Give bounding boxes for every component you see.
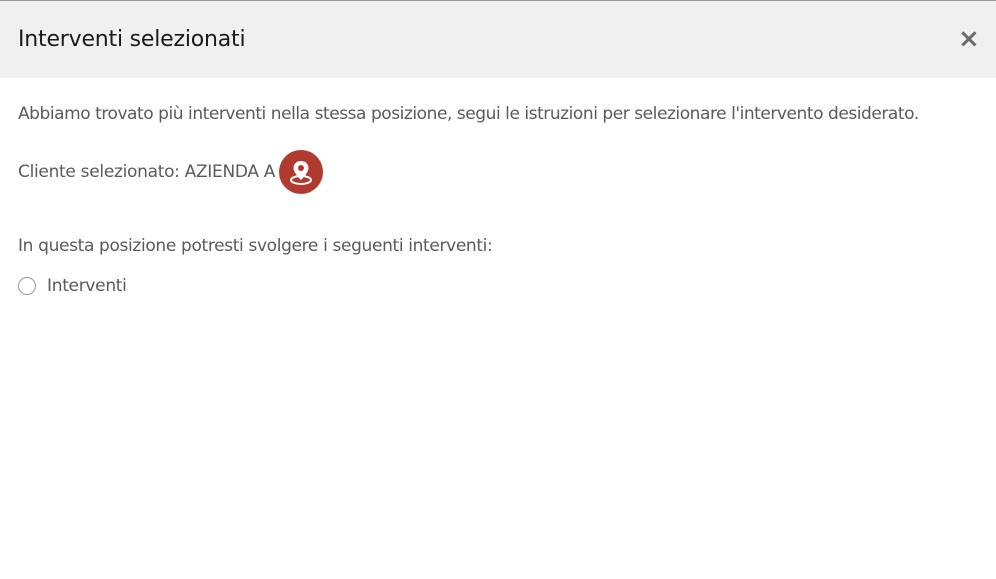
- dialog-header: Interventi selezionati ×: [0, 1, 996, 78]
- intro-text: Abbiamo trovato più interventi nella ste…: [18, 104, 919, 124]
- dialog-title: Interventi selezionati: [18, 27, 246, 52]
- intervention-option-label: Interventi: [47, 276, 127, 296]
- intervention-option[interactable]: Interventi: [18, 276, 127, 296]
- client-name: AZIENDA A: [184, 162, 276, 182]
- selected-client-row: Cliente selezionato: AZIENDA A: [18, 150, 324, 194]
- intervention-radio[interactable]: [18, 277, 36, 295]
- map-pin-icon: [290, 161, 313, 185]
- close-button[interactable]: ×: [958, 25, 980, 53]
- map-location-button[interactable]: [279, 150, 324, 194]
- interventions-dialog: Interventi selezionati × Abbiamo trovato…: [0, 0, 996, 579]
- client-label: Cliente selezionato:: [18, 162, 180, 182]
- interventions-subheading: In questa posizione potresti svolgere i …: [18, 236, 493, 256]
